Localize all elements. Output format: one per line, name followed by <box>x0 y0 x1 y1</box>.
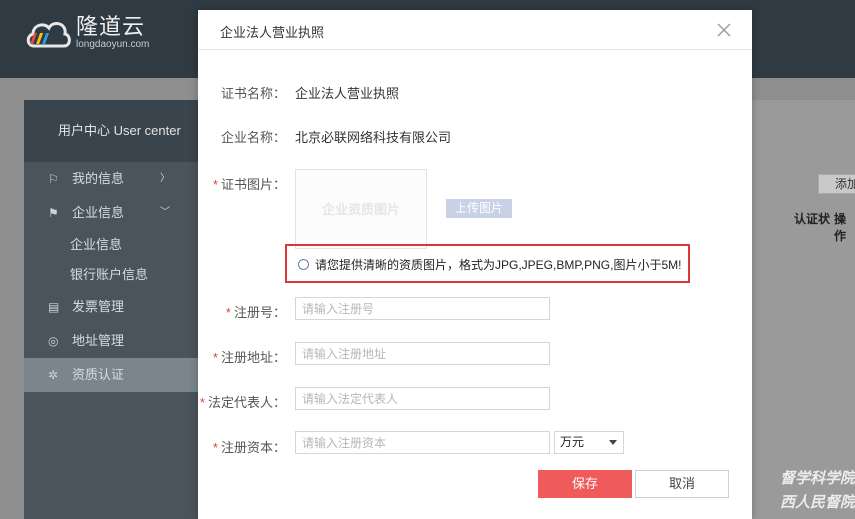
cert-image-label: * 证书图片： <box>212 177 286 192</box>
close-icon[interactable] <box>716 22 732 38</box>
format-hint: 请您提供清晰的资质图片，格式为JPG,JPEG,BMP,PNG,图片小于5M! <box>285 244 690 283</box>
sidebar-item-enterprise[interactable]: ⚑ 企业信息 ﹀ <box>24 196 198 230</box>
save-button[interactable]: 保存 <box>538 470 632 498</box>
required-star: * <box>212 350 218 365</box>
chevron-down-icon: ﹀ <box>160 207 170 218</box>
required-star: * <box>225 305 231 320</box>
currency-select[interactable]: 万元 <box>554 431 624 454</box>
sidebar-item-label: 发票管理 <box>72 299 125 314</box>
sidebar-item-label: 地址管理 <box>72 333 125 348</box>
sidebar: 用户中心 User center ⚐ 我的信息 〉 ⚑ 企业信息 ﹀ 企业信息 … <box>24 100 198 519</box>
company-name-label: 企业名称： <box>220 130 286 145</box>
required-star: * <box>212 177 218 192</box>
cert-image-preview[interactable]: 企业资质图片 <box>295 169 427 249</box>
required-star: * <box>212 440 218 455</box>
modal-header: 企业法人营业执照 <box>198 10 752 50</box>
add-button[interactable]: 添加 <box>818 174 855 194</box>
sidebar-item-label: 我的信息 <box>72 171 125 186</box>
flag-icon: ⚐ <box>48 172 59 186</box>
reg-no-input[interactable] <box>295 297 550 320</box>
image-placeholder: 企业资质图片 <box>321 202 400 217</box>
brand-logo[interactable]: 隆道云 longdaoyun.com <box>24 14 149 52</box>
cloud-logo-icon <box>24 14 72 52</box>
format-hint-text: 请您提供清晰的资质图片，格式为JPG,JPEG,BMP,PNG,图片小于5M! <box>315 258 682 272</box>
upload-image-button[interactable]: 上传图片 <box>446 199 512 218</box>
brand-domain: longdaoyun.com <box>76 39 150 50</box>
column-header-status: 认证状 <box>794 212 831 226</box>
sidebar-item-invoice[interactable]: ▤ 发票管理 <box>24 290 198 324</box>
reg-no-label: * 注册号： <box>225 305 286 320</box>
cancel-button[interactable]: 取消 <box>635 470 729 498</box>
sidebar-item-address[interactable]: ◎ 地址管理 <box>24 324 198 358</box>
required-star: * <box>199 395 205 410</box>
reg-addr-input[interactable] <box>295 342 550 365</box>
sidebar-subitem-bank-account[interactable]: 银行账户信息 <box>24 260 198 290</box>
sidebar-item-label: 资质认证 <box>72 367 125 382</box>
chevron-right-icon: 〉 <box>160 173 170 184</box>
license-modal: 企业法人营业执照 证书名称： 企业法人营业执照 企业名称： 北京必联网络科技有限… <box>198 10 752 519</box>
sidebar-item-my-info[interactable]: ⚐ 我的信息 〉 <box>24 162 198 196</box>
sidebar-header: 用户中心 User center <box>24 100 198 162</box>
legal-rep-input[interactable] <box>295 387 550 410</box>
brand-name: 隆道云 <box>76 14 146 39</box>
capital-label: * 注册资本： <box>212 440 286 455</box>
column-header-action: 操作 <box>834 212 847 243</box>
cert-name-value: 企业法人营业执照 <box>295 86 400 101</box>
sidebar-item-label: 企业信息 <box>72 205 125 220</box>
cert-name-label: 证书名称： <box>220 86 286 101</box>
sidebar-item-certification[interactable]: ✲ 资质认证 <box>24 358 198 392</box>
caret-down-icon <box>609 440 617 445</box>
currency-selected-value: 万元 <box>560 435 585 449</box>
location-icon: ◎ <box>48 334 59 348</box>
enterprise-icon: ⚑ <box>48 206 59 220</box>
capital-input[interactable] <box>295 431 550 454</box>
watermark: 督学科学院 西人民督院 <box>740 466 855 519</box>
watermark-line: 督学科学院 <box>779 469 855 487</box>
invoice-icon: ▤ <box>48 300 60 314</box>
watermark-line: 西人民督院 <box>779 493 855 511</box>
certificate-icon: ✲ <box>48 368 59 382</box>
reg-addr-label: * 注册地址： <box>212 350 286 365</box>
company-name-value: 北京必联网络科技有限公司 <box>295 130 452 145</box>
modal-title: 企业法人营业执照 <box>220 25 325 40</box>
sidebar-subitem-enterprise-info[interactable]: 企业信息 <box>24 230 198 260</box>
legal-rep-label: * 法定代表人： <box>199 395 286 410</box>
radio-icon[interactable] <box>298 259 309 270</box>
